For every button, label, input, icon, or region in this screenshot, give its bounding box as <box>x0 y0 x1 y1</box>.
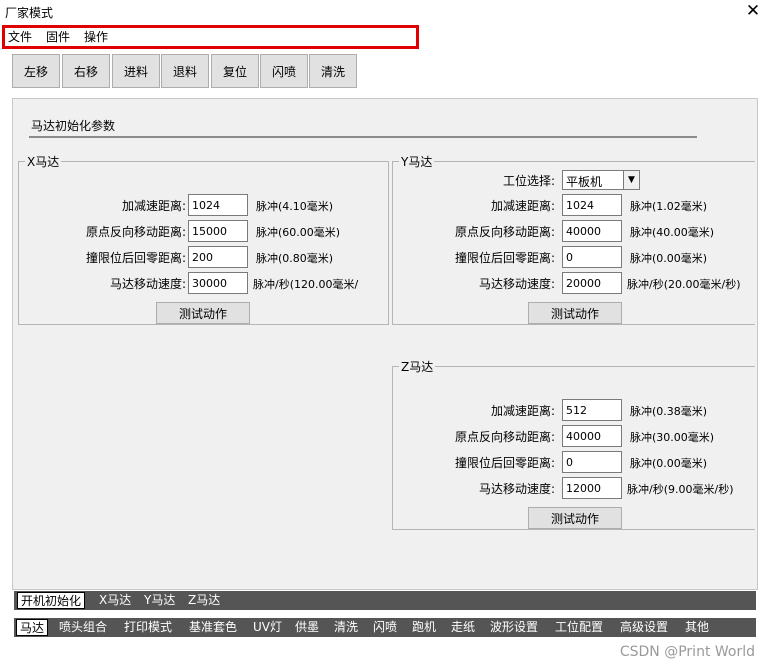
y-origin-label: 原点反向移动距离: <box>454 225 555 239</box>
z-speed-unit: 脉冲/秒(9.00毫米/秒) <box>627 483 734 496</box>
x-origin-label: 原点反向移动距离: <box>85 225 186 239</box>
x-accel-input[interactable] <box>188 194 248 216</box>
y-speed-input[interactable] <box>562 272 622 294</box>
x-test-button[interactable]: 测试动作 <box>156 302 250 324</box>
z-motor-group-title: Z马达 <box>399 358 436 375</box>
y-accel-label: 加减速距离: <box>490 199 555 213</box>
y-origin-input[interactable] <box>562 220 622 242</box>
y-motor-group: Y马达 工位选择: 平板机 ▼ 加减速距离: 脉冲(1.02毫米) 原点反向移动… <box>392 153 755 325</box>
watermark: CSDN @Print World <box>619 644 755 660</box>
y-origin-unit: 脉冲(40.00毫米) <box>630 226 715 239</box>
tab-motor[interactable]: 马达 <box>16 619 49 636</box>
x-accel-unit: 脉冲(4.10毫米) <box>256 200 334 213</box>
z-origin-label: 原点反向移动距离: <box>454 430 555 444</box>
tab-cleaning[interactable]: 清洗 <box>331 619 361 636</box>
clean-button[interactable]: 清洗 <box>309 54 357 88</box>
z-accel-unit: 脉冲(0.38毫米) <box>630 405 708 418</box>
tab-y-motor[interactable]: Y马达 <box>141 592 178 609</box>
tab-waveform[interactable]: 波形设置 <box>487 619 541 636</box>
y-limit-unit: 脉冲(0.00毫米) <box>630 252 708 265</box>
x-accel-label: 加减速距离: <box>121 199 186 213</box>
move-left-button[interactable]: 左移 <box>12 54 60 88</box>
z-accel-label: 加减速距离: <box>490 404 555 418</box>
y-accel-unit: 脉冲(1.02毫米) <box>630 200 708 213</box>
y-limit-input[interactable] <box>562 246 622 268</box>
tab-uv-lamp[interactable]: UV灯 <box>250 619 285 636</box>
z-limit-unit: 脉冲(0.00毫米) <box>630 457 708 470</box>
panel-divider <box>29 136 697 138</box>
tab-base-registration[interactable]: 基准套色 <box>186 619 240 636</box>
x-motor-group-title: X马达 <box>25 153 62 170</box>
window-title: 厂家模式 <box>5 6 54 20</box>
x-speed-label: 马达移动速度: <box>109 277 186 291</box>
panel-title: 马达初始化参数 <box>31 119 116 133</box>
tab-print-mode[interactable]: 打印模式 <box>121 619 175 636</box>
x-limit-unit: 脉冲(0.80毫米) <box>256 252 334 265</box>
menu-highlight-box <box>2 25 419 49</box>
tab-paper-feed[interactable]: 走纸 <box>448 619 478 636</box>
feed-in-button[interactable]: 进料 <box>112 54 160 88</box>
y-speed-label: 马达移动速度: <box>478 277 555 291</box>
y-station-label: 工位选择: <box>502 174 555 188</box>
y-speed-unit: 脉冲/秒(20.00毫米/秒) <box>627 278 741 291</box>
move-right-button[interactable]: 右移 <box>62 54 110 88</box>
y-station-value: 平板机 <box>566 175 603 189</box>
x-speed-unit: 脉冲/秒(120.00毫米/ <box>253 278 359 291</box>
flash-spray-button[interactable]: 闪喷 <box>260 54 308 88</box>
close-icon[interactable]: ✕ <box>743 1 763 21</box>
z-limit-input[interactable] <box>562 451 622 473</box>
tab-z-motor[interactable]: Z马达 <box>185 592 223 609</box>
tab-test-run[interactable]: 跑机 <box>409 619 439 636</box>
y-limit-label: 撞限位后回零距离: <box>454 251 555 265</box>
z-origin-unit: 脉冲(30.00毫米) <box>630 431 715 444</box>
z-motor-group: Z马达 加减速距离: 脉冲(0.38毫米) 原点反向移动距离: 脉冲(30.00… <box>392 358 755 530</box>
tab-ink-supply[interactable]: 供墨 <box>292 619 322 636</box>
tab-advanced[interactable]: 高级设置 <box>617 619 671 636</box>
x-motor-group: X马达 加减速距离: 脉冲(4.10毫米) 原点反向移动距离: 脉冲(60.00… <box>18 153 389 325</box>
z-origin-input[interactable] <box>562 425 622 447</box>
y-test-button[interactable]: 测试动作 <box>528 302 622 324</box>
tab-station-config[interactable]: 工位配置 <box>552 619 606 636</box>
z-accel-input[interactable] <box>562 399 622 421</box>
y-accel-input[interactable] <box>562 194 622 216</box>
tab-other[interactable]: 其他 <box>682 619 712 636</box>
reset-button[interactable]: 复位 <box>211 54 259 88</box>
x-origin-unit: 脉冲(60.00毫米) <box>256 226 341 239</box>
motor-init-panel: 马达初始化参数 X马达 加减速距离: 脉冲(4.10毫米) 原点反向移动距离: … <box>12 98 758 590</box>
feed-out-button[interactable]: 退料 <box>161 54 209 88</box>
z-speed-input[interactable] <box>562 477 622 499</box>
tab-flash-spray[interactable]: 闪喷 <box>370 619 400 636</box>
chevron-down-icon[interactable]: ▼ <box>623 171 639 189</box>
tab-x-motor[interactable]: X马达 <box>96 592 134 609</box>
tab-startup-init[interactable]: 开机初始化 <box>17 592 86 609</box>
y-station-select[interactable]: 平板机 ▼ <box>562 170 640 190</box>
z-limit-label: 撞限位后回零距离: <box>454 456 555 470</box>
x-limit-label: 撞限位后回零距离: <box>85 251 186 265</box>
tab-nozzle-combo[interactable]: 喷头组合 <box>56 619 110 636</box>
z-test-button[interactable]: 测试动作 <box>528 507 622 529</box>
x-speed-input[interactable] <box>188 272 248 294</box>
x-limit-input[interactable] <box>188 246 248 268</box>
z-speed-label: 马达移动速度: <box>478 482 555 496</box>
motor-subtab-bar: 开机初始化 X马达 Y马达 Z马达 <box>14 591 756 610</box>
title-bar: 厂家模式 ✕ <box>0 0 769 24</box>
y-motor-group-title: Y马达 <box>399 153 435 170</box>
main-tab-bar: 马达 喷头组合 打印模式 基准套色 UV灯 供墨 清洗 闪喷 跑机 走纸 波形设… <box>14 618 756 637</box>
x-origin-input[interactable] <box>188 220 248 242</box>
